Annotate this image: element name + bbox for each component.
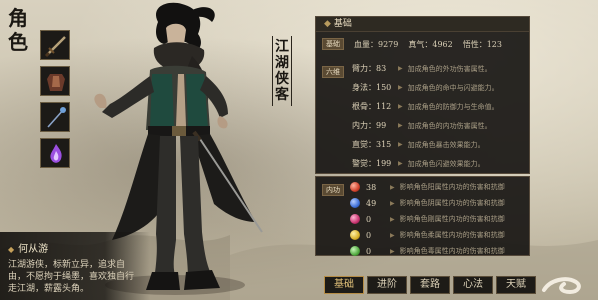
summary-tag: 基础 <box>322 38 344 50</box>
arrow-icon: ▶ <box>398 122 403 129</box>
character-name: ◆ 何从游 <box>8 244 49 255</box>
bottom-tabs: 基础 进阶 套路 心法 天赋 <box>324 276 539 294</box>
arrow-icon: ▶ <box>390 231 395 239</box>
armor-slot[interactable] <box>40 66 70 96</box>
tab-mental-method[interactable]: 心法 <box>453 276 493 294</box>
weapon-slot[interactable] <box>40 30 70 60</box>
arrow-icon: ▶ <box>398 84 403 91</box>
stat-row: 六维 臂力：83 ▶ 加成角色的外功伤害属性。 <box>322 59 523 78</box>
arrow-icon: ▶ <box>390 247 395 255</box>
tab-basic[interactable]: 基础 <box>324 276 364 294</box>
neigong-tag: 内功 <box>322 184 344 196</box>
arrow-icon: ▶ <box>390 183 395 191</box>
purple-flame-icon <box>50 144 62 163</box>
summary-row: 基础 血量：9279 真气：4962 悟性：123 <box>322 36 523 52</box>
stat-row: 身法：150 ▶ 加成角色的命中与闪避能力。 <box>352 83 499 92</box>
rou-gem-icon <box>350 230 360 240</box>
qi-value: 真气：4962 <box>408 39 453 49</box>
neigong-row: 0 ▶ 影响角色柔属性内功的伤害和抗御 <box>316 227 529 243</box>
accessory-slot[interactable] <box>40 102 70 132</box>
brush-close-icon <box>542 277 581 295</box>
wuxing-value: 悟性：123 <box>462 39 502 49</box>
attributes-tag: 六维 <box>322 66 344 78</box>
du-gem-icon <box>350 246 360 256</box>
neigong-row: 38 ▶ 影响角色阳属性内功的伤害和抗御 <box>316 179 529 195</box>
blood-value: 血量：9279 <box>354 39 399 49</box>
character-info-box: ◆ 何从游 江湖游侠，标新立异，追求自由，不愿拘于绳墨，喜欢独自行走江湖，薪露头角… <box>0 232 150 300</box>
arrow-icon: ▶ <box>398 141 403 148</box>
tab-talent[interactable]: 天赋 <box>496 276 536 294</box>
neigong-list: 38 ▶ 影响角色阳属性内功的伤害和抗御 49 ▶ 影响角色阴属性内功的伤害和抗… <box>316 177 529 259</box>
hairpin-icon <box>47 107 66 128</box>
item-slot[interactable] <box>40 138 70 168</box>
sword-icon <box>44 36 66 58</box>
stat-row: 根骨：112 ▶ 加成角色的防御力与生命值。 <box>352 102 499 111</box>
close-button[interactable] <box>536 270 592 298</box>
armor-icon <box>47 74 65 91</box>
character-nickname: 江 湖 侠 客 <box>272 36 292 106</box>
equipment-slots <box>40 30 70 174</box>
tab-routines[interactable]: 套路 <box>410 276 450 294</box>
neigong-row: 0 ▶ 影响角色刚属性内功的伤害和抗御 <box>316 211 529 227</box>
character-description: 江湖游侠，标新立异，追求自由，不愿拘于绳墨，喜欢独自行走江湖，薪露头角。 <box>8 260 135 294</box>
arrow-icon: ▶ <box>398 103 403 110</box>
bullet-icon: ◆ <box>324 19 331 29</box>
panel-header: ◆ 基础 <box>316 17 529 32</box>
stat-row: 警觉：199 ▶ 加成角色闪避效果能力。 <box>352 159 485 168</box>
arrow-icon: ▶ <box>390 199 395 207</box>
tab-advanced[interactable]: 进阶 <box>367 276 407 294</box>
neigong-panel: 内功 38 ▶ 影响角色阳属性内功的伤害和抗御 49 ▶ 影响角色阴属性内功的伤… <box>315 176 530 256</box>
arrow-icon: ▶ <box>398 65 403 72</box>
yin-gem-icon <box>350 198 360 208</box>
stat-row: 内力：99 ▶ 加成角色的内功伤害属性。 <box>352 121 492 130</box>
diamond-icon: ◆ <box>8 245 15 254</box>
neigong-row: 0 ▶ 影响角色毒属性内功的伤害和抗御 <box>316 243 529 259</box>
page-title: 角 色 <box>8 6 28 54</box>
gang-gem-icon <box>350 214 360 224</box>
neigong-row: 49 ▶ 影响角色阴属性内功的伤害和抗御 <box>316 195 529 211</box>
arrow-icon: ▶ <box>390 215 395 223</box>
attribute-list: 六维 臂力：83 ▶ 加成角色的外功伤害属性。 身法：150 ▶ 加成角色的命中… <box>322 59 523 173</box>
base-stats-panel: ◆ 基础 基础 血量：9279 真气：4962 悟性：123 六维 臂力：83 ▶… <box>315 16 530 174</box>
stat-row: 直觉：315 ▶ 加成角色暴击效果能力。 <box>352 140 485 149</box>
arrow-icon: ▶ <box>398 160 403 167</box>
yang-gem-icon <box>350 182 360 192</box>
